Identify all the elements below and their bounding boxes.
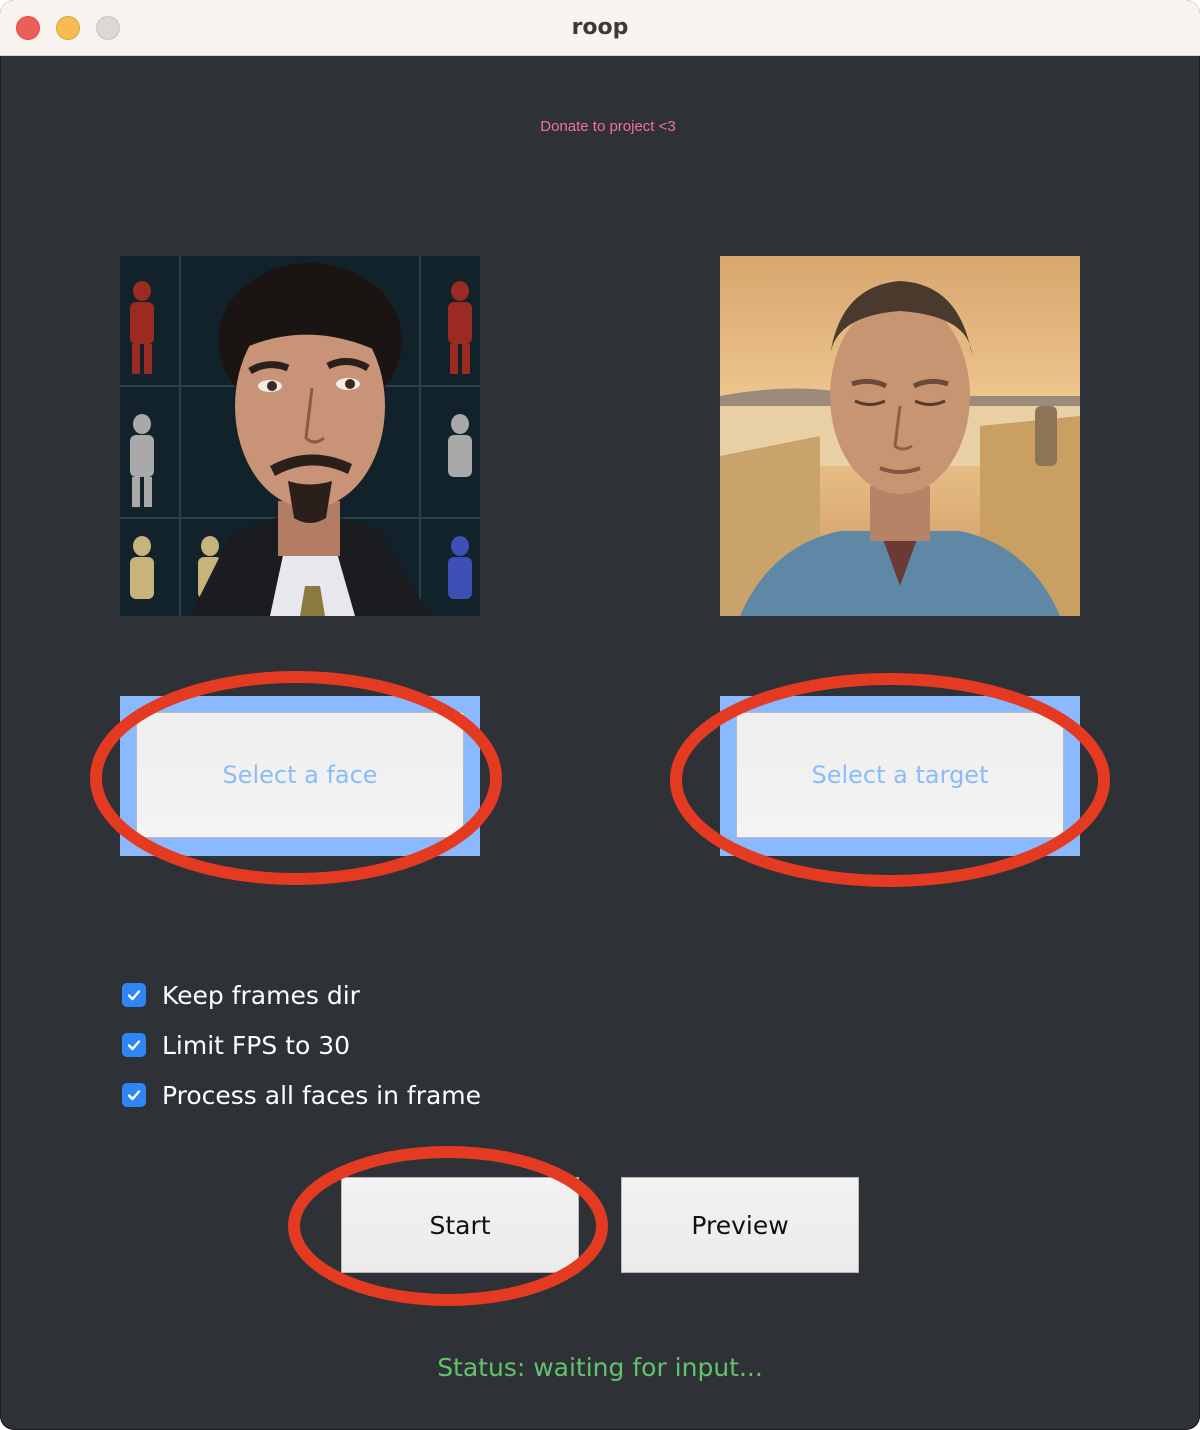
source-face-preview — [120, 256, 480, 616]
checkmark-icon[interactable] — [122, 983, 146, 1007]
start-button[interactable]: Start — [341, 1177, 579, 1273]
target-face-preview — [720, 256, 1080, 616]
process-all-faces-checkbox[interactable]: Process all faces in frame — [122, 1070, 481, 1120]
checkmark-icon[interactable] — [122, 1083, 146, 1107]
select-face-button[interactable]: Select a face — [136, 712, 464, 838]
app-window: roop Donate to project <3 Select a face … — [0, 0, 1200, 1430]
select-face-frame: Select a face — [120, 696, 480, 856]
select-target-frame: Select a target — [720, 696, 1080, 856]
keep-frames-label: Keep frames dir — [162, 980, 360, 1010]
limit-fps-label: Limit FPS to 30 — [162, 1030, 351, 1060]
source-face-image — [120, 256, 480, 616]
keep-frames-checkbox[interactable]: Keep frames dir — [122, 970, 481, 1020]
process-all-faces-label: Process all faces in frame — [162, 1080, 482, 1110]
checkmark-icon[interactable] — [122, 1033, 146, 1057]
options-list: Keep frames dir Limit FPS to 30 Process … — [122, 970, 481, 1120]
donate-link[interactable]: Donate to project <3 — [0, 118, 1200, 135]
status-text: Status: waiting for input... — [437, 1353, 763, 1382]
title-bar[interactable]: roop — [0, 0, 1200, 56]
preview-button[interactable]: Preview — [621, 1177, 859, 1273]
target-face-image — [720, 256, 1080, 616]
select-target-button[interactable]: Select a target — [736, 712, 1064, 838]
limit-fps-checkbox[interactable]: Limit FPS to 30 — [122, 1020, 481, 1070]
window-title: roop — [571, 15, 629, 40]
